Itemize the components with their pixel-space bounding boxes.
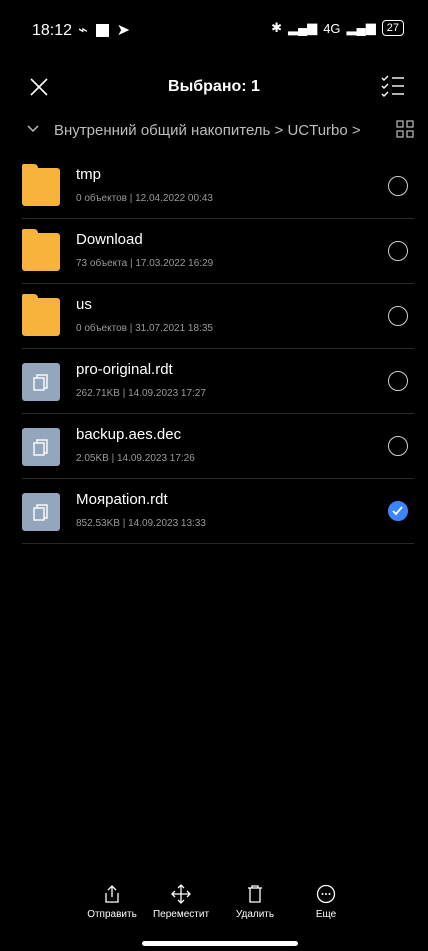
- item-name: Мояраtion.rdt: [76, 491, 168, 508]
- folder-icon: [22, 164, 60, 206]
- breadcrumb: Внутренний общий накопитель > UCTurbo >: [0, 112, 428, 152]
- status-time: 18:12: [32, 22, 73, 39]
- page-title: Выбрано: 1: [168, 78, 260, 95]
- list-item[interactable]: pro-original.rdt 262.71KB | 14.09.2023 1…: [22, 349, 414, 414]
- bottom-action-bar: Отправить Переместит Удалить Еще: [0, 883, 428, 931]
- move-icon: [171, 884, 191, 904]
- notification-square-icon: [95, 23, 109, 37]
- select-all-icon[interactable]: [378, 72, 408, 102]
- delete-button[interactable]: Удалить: [220, 883, 290, 920]
- send-button[interactable]: Отправить: [77, 883, 147, 920]
- item-name: Download: [76, 231, 143, 248]
- signal-icon: ▂▄▆: [287, 20, 318, 35]
- item-meta: 0 объектов | 12.04.2022 00:43: [76, 193, 213, 204]
- select-checkbox-checked[interactable]: [388, 501, 408, 521]
- usb-icon: ⌁: [78, 22, 88, 39]
- list-item[interactable]: tmp 0 объектов | 12.04.2022 00:43: [22, 154, 414, 219]
- document-icon: [33, 439, 48, 456]
- document-icon: [33, 504, 48, 521]
- more-button[interactable]: Еще: [291, 883, 361, 920]
- network-label: 4G: [323, 20, 341, 36]
- grid-view-icon[interactable]: [396, 120, 414, 138]
- chevron-down-icon[interactable]: [26, 122, 40, 136]
- delete-label: Удалить: [235, 909, 275, 920]
- select-checkbox[interactable]: [388, 436, 408, 456]
- status-left-icons: ⌁ ➤: [78, 20, 130, 40]
- more-icon: [316, 884, 336, 904]
- folder-icon: [22, 294, 60, 336]
- item-name: backup.aes.dec: [76, 426, 182, 443]
- bluetooth-icon: ✱: [271, 20, 282, 35]
- list-item[interactable]: Мояраtion.rdt 852.53KB | 14.09.2023 13:3…: [22, 479, 414, 544]
- select-checkbox[interactable]: [388, 176, 408, 196]
- location-arrow-icon: ➤: [116, 22, 131, 39]
- breadcrumb-path[interactable]: Внутренний общий накопитель > UCTurbo >: [54, 122, 361, 139]
- checkmark-icon: [392, 506, 403, 516]
- item-meta: 262.71KB | 14.09.2023 17:27: [76, 388, 206, 399]
- list-item[interactable]: us 0 объектов | 31.07.2021 18:35: [22, 284, 414, 349]
- item-name: us: [76, 296, 92, 313]
- header: Выбрано: 1: [0, 60, 428, 120]
- file-icon: [22, 493, 60, 531]
- battery-icon: 27: [381, 20, 404, 36]
- file-list: tmp 0 объектов | 12.04.2022 00:43 Downlo…: [0, 154, 428, 544]
- item-name: tmp: [76, 166, 102, 183]
- share-icon: [105, 885, 119, 903]
- file-icon: [22, 363, 60, 401]
- document-icon: [33, 374, 48, 391]
- signal-icon-2: ▂▄▆: [346, 20, 376, 35]
- item-meta: 2.05KB | 14.09.2023 17:26: [76, 453, 195, 464]
- list-item[interactable]: backup.aes.dec 2.05KB | 14.09.2023 17:26: [22, 414, 414, 479]
- select-checkbox[interactable]: [388, 371, 408, 391]
- status-bar: 18:12 ⌁ ➤ ✱ ▂▄▆ 4G ▂▄▆ 27: [0, 0, 428, 60]
- item-meta: 0 объектов | 31.07.2021 18:35: [76, 323, 213, 334]
- file-icon: [22, 428, 60, 466]
- item-meta: 73 объекта | 17.03.2022 16:29: [76, 258, 214, 269]
- item-meta: 852.53KB | 14.09.2023 13:33: [76, 518, 206, 529]
- list-item[interactable]: Download 73 объекта | 17.03.2022 16:29: [22, 219, 414, 284]
- move-label: Переместит: [152, 909, 210, 920]
- trash-icon: [248, 885, 262, 903]
- select-checkbox[interactable]: [388, 241, 408, 261]
- move-button[interactable]: Переместит: [146, 883, 216, 920]
- folder-icon: [22, 229, 60, 271]
- send-label: Отправить: [87, 909, 137, 920]
- home-indicator[interactable]: [142, 941, 298, 946]
- select-checkbox[interactable]: [388, 306, 408, 326]
- status-right-icons: ✱ ▂▄▆ 4G ▂▄▆ 27: [271, 20, 404, 36]
- item-name: pro-original.rdt: [76, 361, 173, 378]
- more-label: Еще: [315, 909, 337, 920]
